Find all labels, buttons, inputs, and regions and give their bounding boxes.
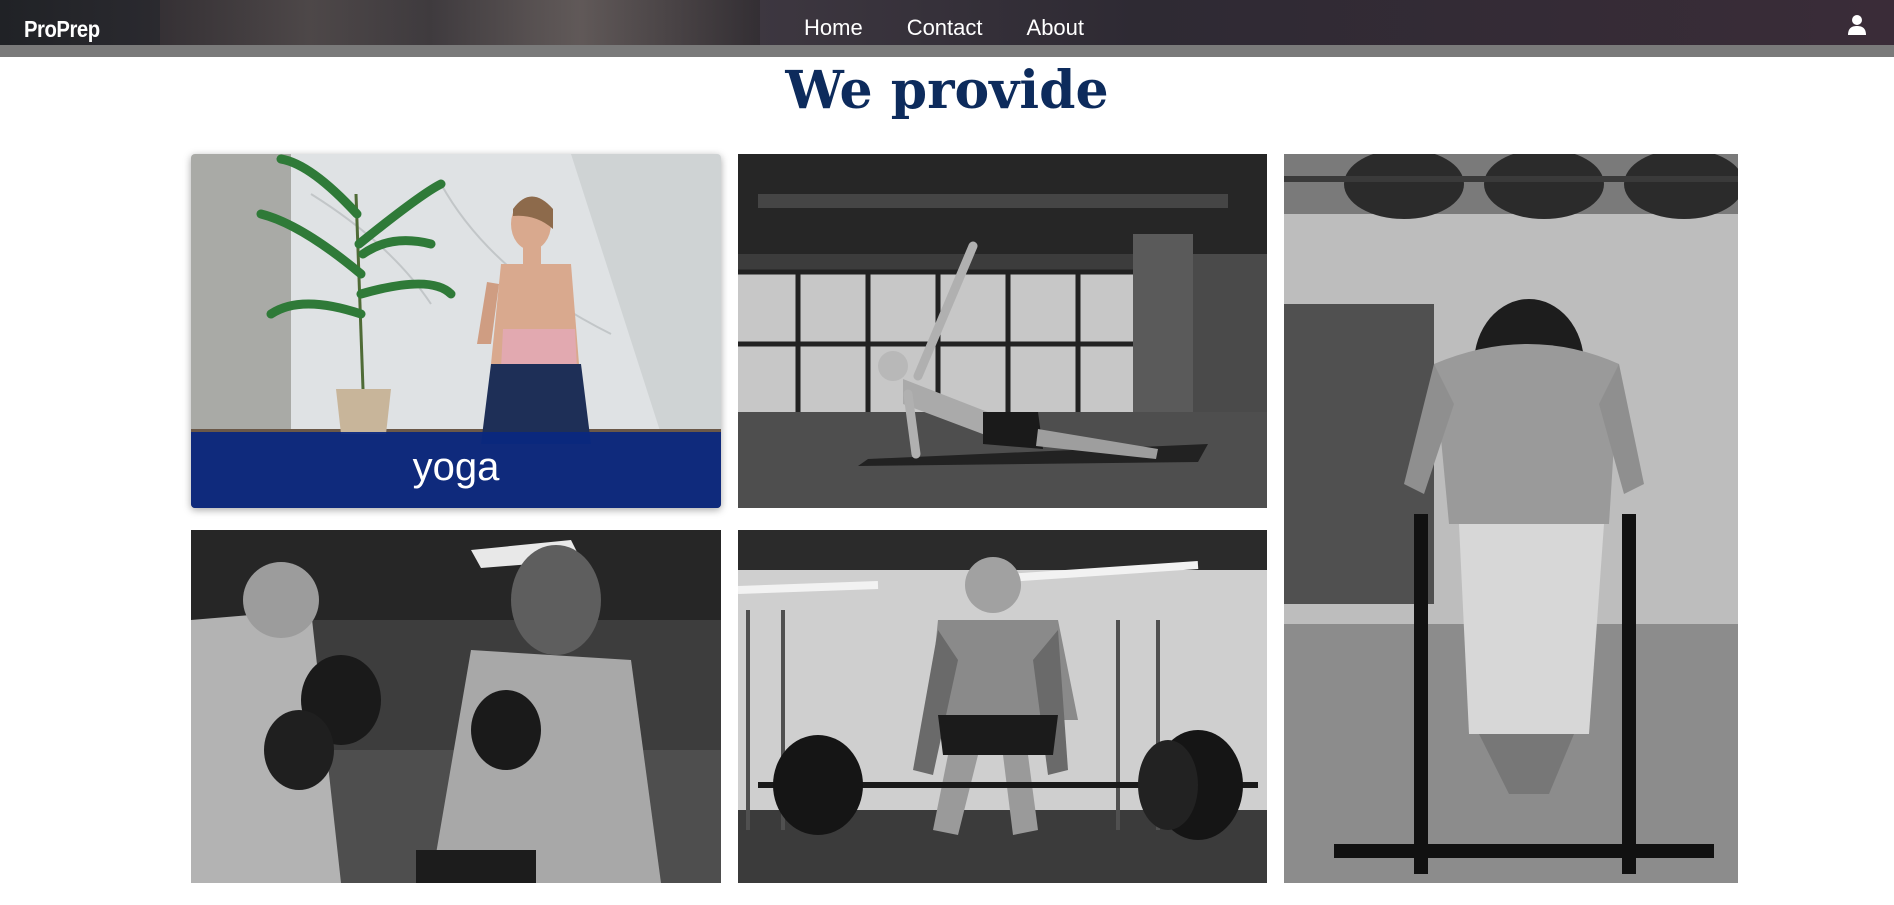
service-card-dips[interactable] [1284, 154, 1738, 883]
side-plank-photo [738, 154, 1267, 508]
service-card-plank[interactable] [738, 154, 1267, 508]
user-icon[interactable] [1847, 14, 1867, 36]
barbell-deadlift-photo [738, 530, 1267, 883]
nav-link-contact[interactable]: Contact [907, 14, 983, 42]
navbar-divider [0, 45, 1894, 57]
service-card-deadlift[interactable] [738, 530, 1267, 883]
logo[interactable]: ProPrep [24, 16, 100, 43]
page-title: We provide [785, 60, 1109, 121]
navbar-background-photo [160, 0, 760, 45]
card-caption: yoga [191, 432, 721, 508]
parallel-bar-dips-photo [1284, 154, 1738, 883]
service-card-boxing[interactable] [191, 530, 721, 883]
service-card-yoga[interactable]: yoga [191, 154, 721, 508]
main-nav: Home Contact About [804, 14, 1128, 42]
boxing-sparring-photo [191, 530, 721, 883]
nav-link-about[interactable]: About [1027, 14, 1085, 42]
nav-link-home[interactable]: Home [804, 14, 863, 42]
top-navbar: ProPrep Home Contact About [0, 0, 1894, 45]
